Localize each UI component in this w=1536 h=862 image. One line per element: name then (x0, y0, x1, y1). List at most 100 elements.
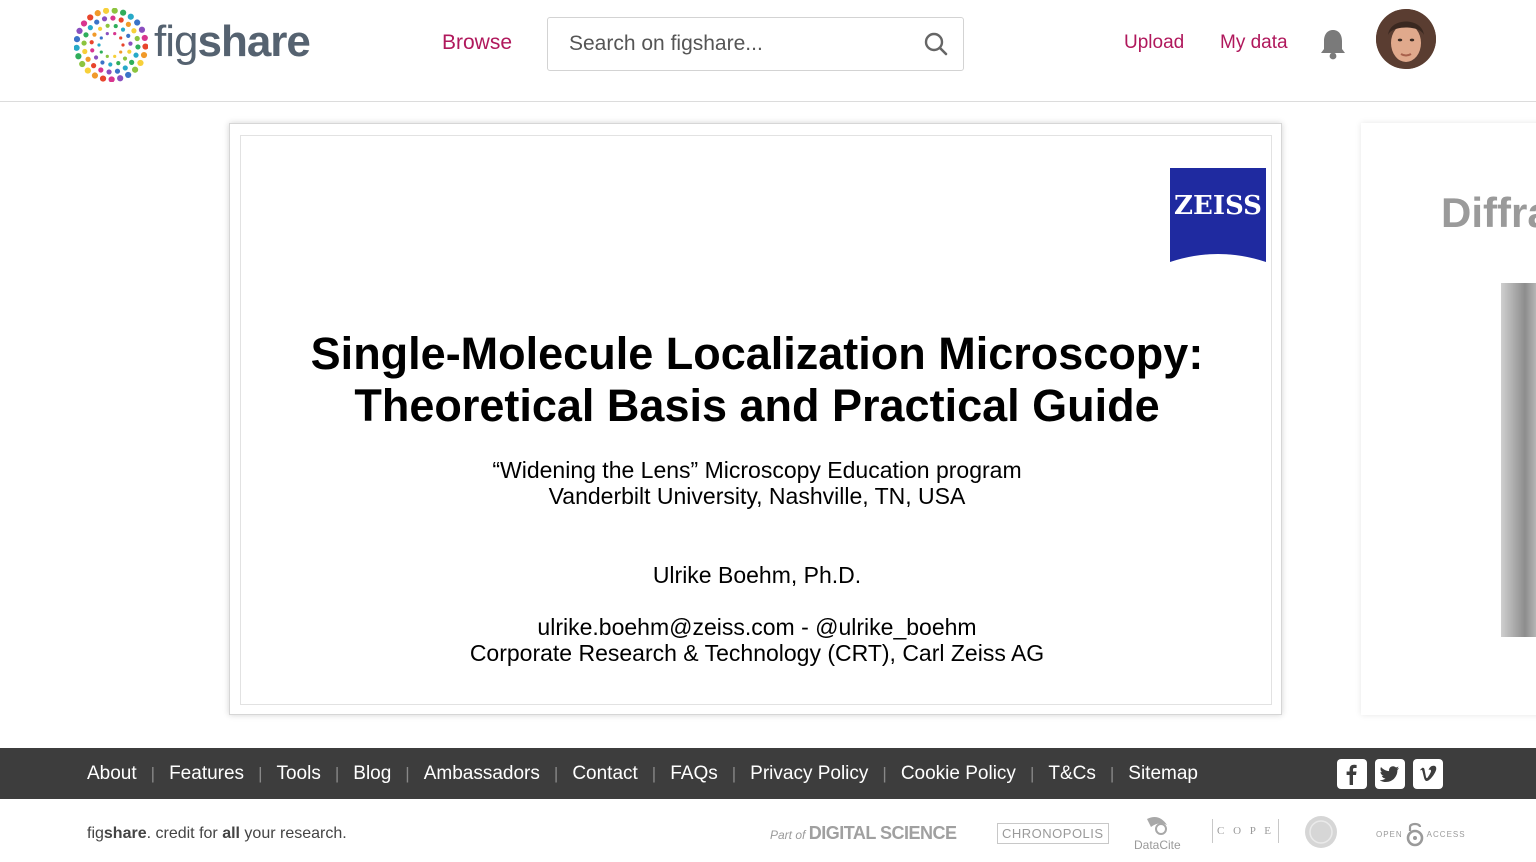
footer-link-cookie-policy[interactable]: Cookie Policy (901, 763, 1016, 785)
footer-link-features[interactable]: Features (169, 763, 244, 785)
logo-dot (100, 60, 105, 65)
footer-link-faqs[interactable]: FAQs (670, 763, 718, 785)
logo-dot (91, 72, 99, 79)
footer-nav: About | Features | Tools | Blog | Ambassadors | Co… (0, 748, 1536, 799)
footer-separator: | (405, 763, 410, 783)
search-icon[interactable] (923, 31, 949, 57)
avatar-image (1376, 9, 1436, 69)
logo-dot (131, 66, 139, 73)
presentation-viewer[interactable]: ZEISS Single-Molecule Localization Micro… (229, 123, 1282, 715)
logo-dot (84, 67, 91, 74)
next-slide-image (1501, 283, 1536, 637)
logo-dot (117, 75, 124, 82)
datacite-icon (1147, 817, 1168, 835)
footer-link-contact[interactable]: Contact (572, 763, 637, 785)
logo-dot (134, 19, 141, 26)
logo-dot (81, 40, 87, 46)
logo-dot (102, 8, 110, 14)
logo-dot (87, 25, 93, 31)
logo-dot (74, 36, 81, 43)
logo-dot (135, 44, 141, 50)
footer-link-ambassadors[interactable]: Ambassadors (424, 763, 540, 785)
logo-dot (79, 60, 86, 68)
vimeo-icon[interactable] (1413, 759, 1443, 789)
citation-seal-logo[interactable] (1304, 815, 1338, 852)
logo-dot (142, 43, 148, 50)
footer-link-about[interactable]: About (87, 763, 137, 785)
logo-dot (137, 59, 144, 67)
logo-dot (113, 31, 117, 36)
logo-dot (119, 50, 123, 54)
logo-dot (131, 28, 137, 34)
digital-science-logo[interactable]: Part of DIGITAL SCIENCE (770, 823, 957, 844)
footer-link-tools[interactable]: Tools (276, 763, 320, 785)
logo-wordmark: figshare (154, 17, 311, 66)
twitter-icon[interactable] (1375, 759, 1405, 789)
footer-separator: | (731, 763, 737, 783)
footer-link-t-cs[interactable]: T&Cs (1048, 763, 1096, 785)
citation-seal-icon (1305, 816, 1337, 848)
logo-dot (98, 26, 103, 31)
datacite-logo[interactable]: DataCite (1134, 815, 1181, 852)
logo-dot (122, 65, 128, 71)
search-input[interactable] (548, 18, 908, 70)
user-avatar[interactable] (1376, 9, 1436, 69)
figshare-logo[interactable]: figshare (74, 8, 311, 82)
logo-dot (121, 43, 125, 47)
footer-separator: | (258, 763, 263, 783)
logo-dot (116, 60, 121, 66)
logo-dot (75, 53, 82, 60)
logo-dot (113, 54, 117, 59)
logo-dot (94, 19, 100, 25)
logo-dot (126, 33, 131, 38)
footer-links: About | Features | Tools | Blog | Ambassadors | Co… (87, 748, 1198, 799)
logo-dot (138, 26, 146, 33)
browse-link[interactable]: Browse (442, 31, 512, 55)
logo-dot (105, 54, 109, 59)
logo-dot (127, 13, 134, 20)
logo-dot (83, 32, 89, 38)
footer-separator: | (150, 763, 156, 783)
bell-icon[interactable] (1319, 28, 1347, 60)
next-slide-preview[interactable]: Diffra (1361, 123, 1536, 715)
next-slide-title: Diffra (1441, 189, 1536, 236)
footer-link-privacy-policy[interactable]: Privacy Policy (750, 763, 868, 785)
slide-contact: ulrike.boehm@zeiss.com - @ulrike_boehm C… (469, 614, 1045, 666)
open-access-logo[interactable]: OPEN ACCESS (1376, 821, 1466, 847)
logo-dot (80, 20, 88, 27)
slide-title: Single-Molecule Localization Microscopy:… (310, 328, 1204, 431)
logo-dot (98, 67, 104, 73)
logo-dot (76, 27, 83, 34)
logo-dot (101, 16, 108, 22)
logo-dot (91, 63, 97, 69)
logo-dot (141, 34, 148, 42)
logo-dot (82, 48, 88, 55)
search-box (547, 17, 964, 71)
logo-dot (128, 41, 133, 46)
footer-bottom: figshare. credit for all your research. … (0, 799, 1536, 862)
logo-dot (119, 36, 123, 40)
logo-dot (110, 15, 116, 21)
footer-link-sitemap[interactable]: Sitemap (1128, 763, 1198, 785)
chronopolis-logo[interactable]: CHRONOPOLIS (997, 823, 1109, 844)
facebook-icon[interactable] (1337, 759, 1367, 789)
logo-dot (94, 10, 101, 17)
logo-dot (93, 55, 99, 60)
svg-text:ZEISS: ZEISS (1174, 191, 1262, 221)
footer-separator: | (651, 763, 657, 783)
upload-link[interactable]: Upload (1124, 32, 1184, 54)
logo-dot (87, 14, 94, 21)
footer-tagline: figshare. credit for all your research. (87, 825, 347, 842)
logo-dot (122, 56, 128, 61)
logo-dot (108, 62, 113, 67)
my-data-link[interactable]: My data (1220, 32, 1288, 54)
logo-dot (125, 21, 131, 27)
slide-author: Ulrike Boehm, Ph.D. (652, 562, 862, 588)
logo-dot (92, 32, 97, 37)
logo-dot (99, 36, 103, 40)
footer-link-blog[interactable]: Blog (353, 763, 391, 785)
figshare-logo-icon (74, 8, 148, 82)
logo-dot (105, 31, 109, 36)
cope-logo[interactable]: C O P E (1212, 819, 1279, 843)
slide-subtitle: “Widening the Lens” Microscopy Education… (492, 457, 1022, 509)
